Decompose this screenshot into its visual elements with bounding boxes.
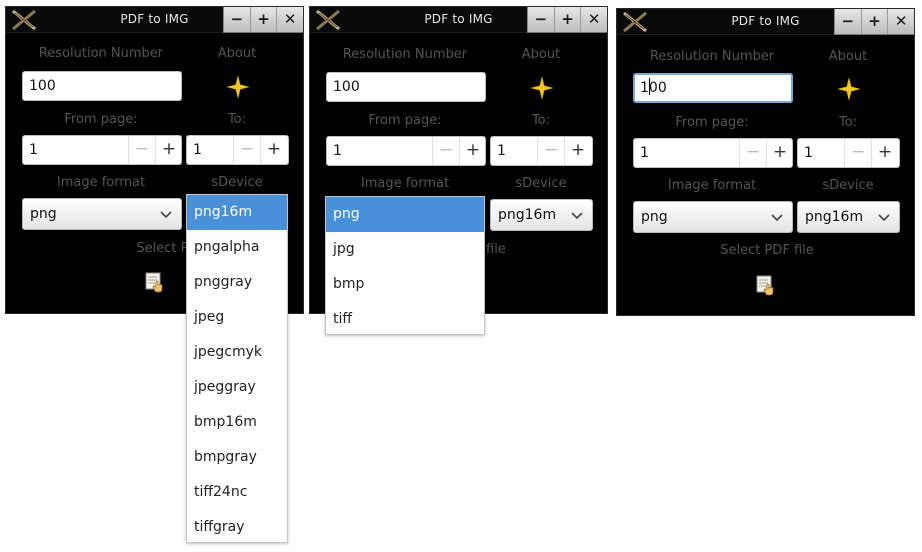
resolution-label: Resolution Number [649, 49, 775, 64]
select-pdf-label: Select PDF file [720, 243, 814, 258]
about-label: About [828, 49, 868, 64]
pdf-hand-icon[interactable] [144, 271, 166, 293]
dropdown-item[interactable]: jpegcmyk [187, 335, 287, 370]
dropdown-item[interactable]: tiff24nc [187, 475, 287, 510]
minimize-button[interactable]: − [528, 7, 555, 32]
pdf-hand-icon[interactable] [755, 274, 777, 296]
to-label: To: [227, 112, 247, 127]
dropdown-item[interactable]: bmpgray [187, 440, 287, 475]
dropdown-item[interactable]: pngalpha [187, 230, 287, 265]
title-bar: PDF to IMG − + ✕ [617, 9, 914, 35]
sdevice-label: sDevice [822, 178, 874, 193]
chevron-down-icon [877, 210, 891, 224]
dropdown-item[interactable]: png [326, 197, 484, 232]
dropdown-item[interactable]: jpeggray [187, 370, 287, 405]
from-page-value: 1 [333, 143, 342, 159]
from-page-spinner[interactable]: 1 − + [22, 135, 182, 165]
dropdown-item[interactable]: png16m [187, 195, 287, 230]
to-increment-button[interactable]: + [564, 137, 591, 165]
dropdown-item[interactable]: tiffgray [187, 510, 287, 545]
to-label: To: [838, 115, 858, 130]
dropdown-item[interactable]: jpg [326, 232, 484, 267]
dropdown-item[interactable]: tiff [326, 302, 484, 337]
sdevice-label: sDevice [211, 175, 263, 190]
star-icon[interactable] [226, 75, 250, 99]
window-controls: − + ✕ [527, 7, 607, 33]
from-increment-button[interactable]: + [155, 136, 182, 164]
to-page-spinner[interactable]: 1 − + [797, 138, 900, 168]
close-button[interactable]: ✕ [581, 7, 607, 32]
window-controls: − + ✕ [223, 7, 303, 33]
sdevice-value: png16m [805, 209, 864, 225]
dropdown-item[interactable]: jpeg [187, 300, 287, 335]
maximize-button[interactable]: + [862, 9, 889, 34]
to-page-value: 1 [804, 145, 813, 161]
from-increment-button[interactable]: + [766, 139, 793, 167]
window-3: PDF to IMG − + ✕ Resolution Number About… [616, 8, 915, 316]
image-format-combo[interactable]: png [633, 201, 793, 233]
dropdown-item[interactable]: bmp [326, 267, 484, 302]
sdevice-combo[interactable]: png16m [490, 199, 593, 231]
to-label: To: [531, 113, 551, 128]
text-caret [649, 78, 650, 95]
from-page-label: From page: [675, 115, 749, 130]
from-decrement-button[interactable]: − [432, 137, 459, 165]
image-format-dropdown: png jpg bmp tiff [325, 196, 485, 335]
resolution-input[interactable]: 100 [633, 73, 793, 103]
dropdown-item[interactable]: bmp16m [187, 405, 287, 440]
resolution-label: Resolution Number [38, 46, 164, 61]
close-button[interactable]: ✕ [277, 7, 303, 32]
resolution-input[interactable]: 100 [326, 72, 486, 102]
sdevice-label: sDevice [515, 176, 567, 191]
image-format-value: png [641, 209, 668, 225]
from-increment-button[interactable]: + [459, 137, 486, 165]
from-page-value: 1 [29, 142, 38, 158]
from-page-spinner[interactable]: 1 − + [633, 138, 793, 168]
close-button[interactable]: ✕ [888, 9, 914, 34]
image-format-label: Image format [56, 175, 146, 190]
about-label: About [521, 47, 561, 62]
title-bar: PDF to IMG − + ✕ [310, 7, 607, 33]
image-format-label: Image format [360, 176, 450, 191]
select-pdf-tail: file [486, 242, 506, 257]
chevron-down-icon [570, 208, 584, 222]
minimize-button[interactable]: − [835, 9, 862, 34]
chevron-down-icon [159, 207, 173, 221]
to-increment-button[interactable]: + [871, 139, 898, 167]
to-page-value: 1 [193, 142, 202, 158]
chevron-down-icon [770, 210, 784, 224]
resolution-label: Resolution Number [342, 47, 468, 62]
from-page-spinner[interactable]: 1 − + [326, 136, 486, 166]
window-controls: − + ✕ [834, 9, 914, 35]
title-bar: PDF to IMG − + ✕ [6, 7, 303, 33]
to-increment-button[interactable]: + [260, 136, 287, 164]
to-decrement-button[interactable]: − [537, 137, 564, 165]
resolution-input[interactable]: 100 [22, 71, 182, 101]
maximize-button[interactable]: + [555, 7, 582, 32]
to-page-spinner[interactable]: 1 − + [490, 136, 593, 166]
sdevice-combo[interactable]: png16m [797, 201, 900, 233]
sdevice-dropdown: png16m pngalpha pnggray jpeg jpegcmyk jp… [186, 194, 288, 543]
dropdown-item[interactable]: pnggray [187, 265, 287, 300]
minimize-button[interactable]: − [224, 7, 251, 32]
to-page-value: 1 [497, 143, 506, 159]
maximize-button[interactable]: + [251, 7, 278, 32]
from-page-label: From page: [368, 113, 442, 128]
about-label: About [217, 46, 257, 61]
from-page-label: From page: [64, 112, 138, 127]
image-format-label: Image format [667, 178, 757, 193]
star-icon[interactable] [530, 76, 554, 100]
to-decrement-button[interactable]: − [844, 139, 871, 167]
from-page-value: 1 [640, 145, 649, 161]
to-decrement-button[interactable]: − [233, 136, 260, 164]
image-format-value: png [30, 206, 57, 222]
from-decrement-button[interactable]: − [739, 139, 766, 167]
to-page-spinner[interactable]: 1 − + [186, 135, 289, 165]
from-decrement-button[interactable]: − [128, 136, 155, 164]
star-icon[interactable] [837, 77, 861, 101]
image-format-combo[interactable]: png [22, 198, 182, 230]
sdevice-value: png16m [498, 207, 557, 223]
select-pdf-label: Select PDF [136, 241, 206, 256]
